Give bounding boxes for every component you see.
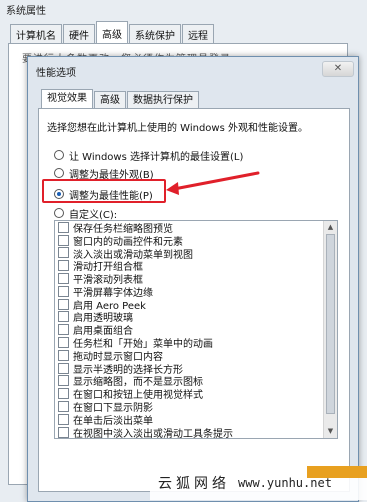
effect-checkbox[interactable] bbox=[58, 222, 69, 233]
effect-checkbox[interactable] bbox=[58, 247, 69, 258]
effect-checkbox[interactable] bbox=[58, 273, 69, 284]
tab-remote[interactable]: 远程 bbox=[182, 24, 214, 43]
radio-button[interactable] bbox=[54, 168, 64, 178]
effect-checkbox[interactable] bbox=[58, 350, 69, 361]
tab-computer-name[interactable]: 计算机名 bbox=[10, 24, 62, 43]
background-window-title: 系统属性 bbox=[6, 2, 46, 17]
effect-checkbox[interactable] bbox=[58, 324, 69, 335]
close-button[interactable]: ✕ bbox=[322, 61, 354, 77]
visual-effects-pane: 选择您想在此计算机上使用的 Windows 外观和性能设置。 让 Windows… bbox=[38, 108, 350, 492]
radio-button[interactable] bbox=[54, 150, 64, 160]
effects-list[interactable]: 保存任务栏缩略图预览窗口内的动画控件和元素淡入淡出或滑动菜单到视图滑动打开组合框… bbox=[54, 220, 338, 439]
effect-checkbox[interactable] bbox=[58, 235, 69, 246]
background-tab-bar: 计算机名 硬件 高级 系统保护 远程 bbox=[10, 24, 215, 44]
tab-visual-effects[interactable]: 视觉效果 bbox=[41, 89, 93, 109]
performance-options-dialog: 性能选项 ✕ 视觉效果 高级 数据执行保护 选择您想在此计算机上使用的 Wind… bbox=[27, 56, 359, 502]
scroll-thumb[interactable] bbox=[326, 234, 335, 414]
tab-dialog-advanced[interactable]: 高级 bbox=[94, 91, 126, 109]
dialog-title: 性能选项 bbox=[36, 64, 76, 79]
scroll-down-arrow-icon[interactable]: ▼ bbox=[324, 425, 337, 438]
radio-label: 让 Windows 选择计算机的最佳设置(L) bbox=[69, 148, 243, 163]
radio-best-appearance[interactable]: 调整为最佳外观(B) bbox=[54, 166, 154, 180]
tab-advanced[interactable]: 高级 bbox=[96, 21, 128, 45]
tab-hardware[interactable]: 硬件 bbox=[63, 24, 95, 43]
effect-checkbox[interactable] bbox=[58, 375, 69, 386]
radio-button[interactable] bbox=[54, 208, 64, 218]
watermark-text: 云狐网络 bbox=[158, 473, 230, 493]
effect-checkbox[interactable] bbox=[58, 401, 69, 412]
close-icon: ✕ bbox=[334, 63, 342, 74]
radio-custom[interactable]: 自定义(C): bbox=[54, 206, 117, 220]
tab-data-execution-prevention[interactable]: 数据执行保护 bbox=[127, 91, 199, 109]
watermark-logo bbox=[307, 466, 367, 478]
tab-system-protection[interactable]: 系统保护 bbox=[129, 24, 181, 43]
scrollbar[interactable]: ▲ ▼ bbox=[323, 221, 337, 438]
effect-checkbox[interactable] bbox=[58, 286, 69, 297]
watermark: 云狐网络 www.yunhu.net bbox=[150, 466, 367, 500]
effect-checkbox[interactable] bbox=[58, 299, 69, 310]
description-text: 选择您想在此计算机上使用的 Windows 外观和性能设置。 bbox=[47, 119, 308, 134]
effect-checkbox[interactable] bbox=[58, 363, 69, 374]
effects-list-items: 保存任务栏缩略图预览窗口内的动画控件和元素淡入淡出或滑动菜单到视图滑动打开组合框… bbox=[55, 221, 323, 439]
effect-checkbox[interactable] bbox=[58, 337, 69, 348]
annotation-arrow-icon bbox=[162, 169, 262, 199]
annotation-highlight-box bbox=[42, 179, 166, 203]
watermark-url: www.yunhu.net bbox=[238, 476, 332, 490]
effect-checkbox[interactable] bbox=[58, 388, 69, 399]
radio-let-windows-choose[interactable]: 让 Windows 选择计算机的最佳设置(L) bbox=[54, 148, 243, 162]
effect-checkbox[interactable] bbox=[58, 414, 69, 425]
effect-checkbox[interactable] bbox=[58, 427, 69, 438]
effect-label: 在鼠标指针下显示阴影 bbox=[73, 437, 173, 439]
radio-label: 自定义(C): bbox=[69, 206, 117, 221]
effect-checkbox[interactable] bbox=[58, 260, 69, 271]
effect-checkbox[interactable] bbox=[58, 311, 69, 322]
scroll-up-arrow-icon[interactable]: ▲ bbox=[324, 221, 337, 234]
dialog-tab-bar: 视觉效果 高级 数据执行保护 bbox=[41, 91, 200, 109]
